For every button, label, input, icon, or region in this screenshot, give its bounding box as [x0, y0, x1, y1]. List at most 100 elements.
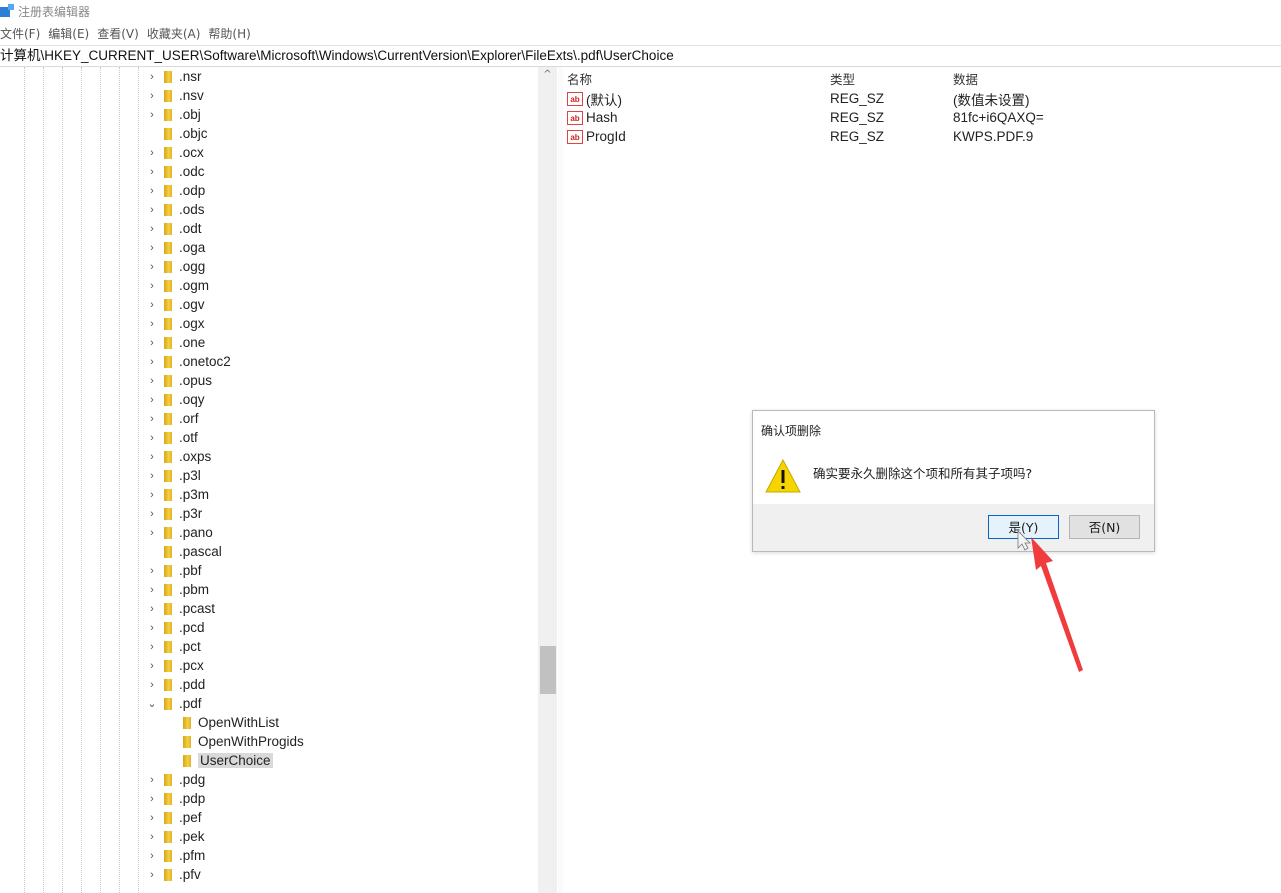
expand-chevron-icon[interactable]: ›	[146, 527, 158, 539]
expand-chevron-icon[interactable]: ›	[146, 565, 158, 577]
tree-item[interactable]: › .odt	[146, 219, 201, 238]
tree-item[interactable]: › .p3m	[146, 485, 209, 504]
expand-chevron-icon[interactable]: ›	[146, 375, 158, 387]
tree-item[interactable]: › .ogv	[146, 295, 204, 314]
menu-help[interactable]: 帮助(H)	[208, 25, 250, 43]
expand-chevron-icon[interactable]: ›	[146, 318, 158, 330]
tree-item[interactable]: .pascal	[146, 542, 222, 561]
tree-item[interactable]: › .otf	[146, 428, 198, 447]
tree-item[interactable]: › .ogm	[146, 276, 209, 295]
tree-item[interactable]: › .pdd	[146, 675, 205, 694]
tree-item[interactable]: › .pef	[146, 808, 201, 827]
expand-chevron-icon[interactable]: ›	[146, 261, 158, 273]
tree-item[interactable]: › .odp	[146, 181, 205, 200]
tree-item[interactable]: › .obj	[146, 105, 201, 124]
column-header-name[interactable]: 名称	[567, 69, 592, 88]
tree-item[interactable]: › .pek	[146, 827, 204, 846]
expand-chevron-icon[interactable]: ›	[146, 147, 158, 159]
tree-item[interactable]: › .pcd	[146, 618, 204, 637]
menu-view[interactable]: 查看(V)	[97, 25, 139, 43]
tree-item[interactable]: › .one	[146, 333, 205, 352]
tree-item[interactable]: › .pbm	[146, 580, 209, 599]
tree-item[interactable]: › .p3l	[146, 466, 201, 485]
expand-chevron-icon[interactable]: ›	[146, 679, 158, 691]
tree-item[interactable]: › .odc	[146, 162, 204, 181]
tree-item[interactable]: › .p3r	[146, 504, 202, 523]
scroll-up-arrow-icon[interactable]: ^	[538, 67, 557, 83]
expand-chevron-icon[interactable]: ›	[146, 508, 158, 520]
collapse-chevron-icon[interactable]: ⌄	[146, 697, 158, 710]
expand-chevron-icon[interactable]: ›	[146, 584, 158, 596]
value-row[interactable]: ab Hash REG_SZ 81fc+i6QAXQ=	[567, 108, 1267, 127]
expand-chevron-icon[interactable]: ›	[146, 166, 158, 178]
tree-item-pdf[interactable]: ⌄ .pdf	[146, 694, 201, 713]
expand-chevron-icon[interactable]: ›	[146, 356, 158, 368]
expand-chevron-icon[interactable]: ›	[146, 337, 158, 349]
tree-item[interactable]: › .pfm	[146, 846, 205, 865]
expand-chevron-icon[interactable]: ›	[146, 622, 158, 634]
tree-item[interactable]: › .pct	[146, 637, 201, 656]
tree-item[interactable]: › .nsr	[146, 67, 201, 86]
expand-chevron-icon[interactable]: ›	[146, 90, 158, 102]
tree-item[interactable]: › .pdp	[146, 789, 205, 808]
expand-chevron-icon[interactable]: ›	[146, 109, 158, 121]
expand-chevron-icon[interactable]: ›	[146, 812, 158, 824]
expand-chevron-icon[interactable]: ›	[146, 793, 158, 805]
expand-chevron-icon[interactable]: ›	[146, 451, 158, 463]
tree-item[interactable]: › .onetoc2	[146, 352, 231, 371]
tree-item[interactable]: › .orf	[146, 409, 198, 428]
expand-chevron-icon[interactable]: ›	[146, 774, 158, 786]
tree-item[interactable]: › .pcx	[146, 656, 204, 675]
expand-chevron-icon[interactable]: ›	[146, 185, 158, 197]
expand-chevron-icon[interactable]: ›	[146, 71, 158, 83]
expand-chevron-icon[interactable]: ›	[146, 242, 158, 254]
expand-chevron-icon[interactable]: ›	[146, 869, 158, 881]
expand-chevron-icon[interactable]: ›	[146, 489, 158, 501]
expand-chevron-icon[interactable]: ›	[146, 204, 158, 216]
value-row[interactable]: ab ProgId REG_SZ KWPS.PDF.9	[567, 127, 1267, 146]
tree-item[interactable]: › .pbf	[146, 561, 201, 580]
expand-chevron-icon[interactable]: ›	[146, 432, 158, 444]
folder-icon	[164, 127, 172, 140]
expand-chevron-icon[interactable]: ›	[146, 470, 158, 482]
menu-file[interactable]: 文件(F)	[0, 25, 40, 43]
menu-edit[interactable]: 编辑(E)	[48, 25, 89, 43]
no-button[interactable]: 否(N)	[1069, 515, 1140, 539]
expand-chevron-icon[interactable]: ›	[146, 413, 158, 425]
tree-item[interactable]: › .pano	[146, 523, 213, 542]
tree-item[interactable]: › .ogg	[146, 257, 205, 276]
tree-item[interactable]: › .pdg	[146, 770, 205, 789]
tree-item[interactable]: › .pfv	[146, 865, 201, 884]
value-row[interactable]: ab (默认) REG_SZ (数值未设置)	[567, 89, 1267, 108]
tree-item[interactable]: › .oqy	[146, 390, 204, 409]
tree-scrollbar[interactable]: ^	[538, 67, 557, 893]
tree-item[interactable]: › .ods	[146, 200, 204, 219]
expand-chevron-icon[interactable]: ›	[146, 660, 158, 672]
tree-item[interactable]: › .oga	[146, 238, 205, 257]
expand-chevron-icon[interactable]: ›	[146, 394, 158, 406]
expand-chevron-icon[interactable]: ›	[146, 850, 158, 862]
tree-item[interactable]: OpenWithProgids	[165, 732, 304, 751]
expand-chevron-icon[interactable]: ›	[146, 223, 158, 235]
column-header-type[interactable]: 类型	[830, 69, 855, 88]
address-bar[interactable]: 计算机\HKEY_CURRENT_USER\Software\Microsoft…	[0, 45, 1281, 67]
tree-item[interactable]: OpenWithList	[165, 713, 279, 732]
tree-item-selected[interactable]: UserChoice	[165, 751, 273, 770]
expand-chevron-icon[interactable]: ›	[146, 299, 158, 311]
scrollbar-thumb[interactable]	[540, 646, 556, 694]
column-header-data[interactable]: 数据	[953, 69, 978, 88]
tree-item[interactable]: › .opus	[146, 371, 212, 390]
tree-item[interactable]: › .ogx	[146, 314, 204, 333]
tree-item[interactable]: › .oxps	[146, 447, 211, 466]
expand-chevron-icon[interactable]: ›	[146, 603, 158, 615]
tree-item[interactable]: › .ocx	[146, 143, 204, 162]
expand-chevron-icon[interactable]: ›	[146, 641, 158, 653]
tree-item[interactable]: .objc	[146, 124, 208, 143]
yes-button[interactable]: 是(Y)	[988, 515, 1059, 539]
expand-chevron-icon[interactable]: ›	[146, 831, 158, 843]
tree-item[interactable]: › .nsv	[146, 86, 204, 105]
folder-icon	[164, 279, 172, 292]
menu-favorites[interactable]: 收藏夹(A)	[147, 25, 201, 43]
expand-chevron-icon[interactable]: ›	[146, 280, 158, 292]
tree-item[interactable]: › .pcast	[146, 599, 215, 618]
